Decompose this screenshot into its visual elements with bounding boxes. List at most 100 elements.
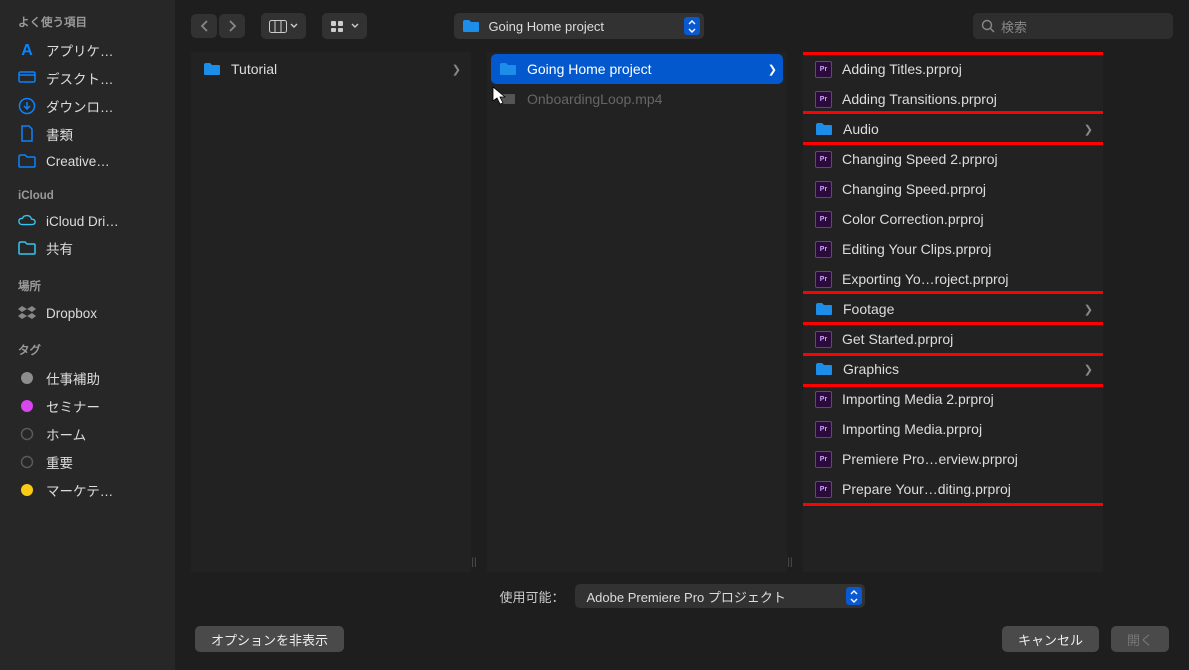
row-label: Adding Titles.prproj bbox=[842, 61, 1093, 77]
search-icon bbox=[981, 19, 995, 33]
premiere-project-icon: Pr bbox=[815, 391, 832, 408]
premiere-project-icon: Pr bbox=[815, 481, 832, 498]
row-label: Tutorial bbox=[231, 61, 442, 77]
file-icon bbox=[499, 92, 517, 106]
sidebar-item[interactable]: ダウンロ… bbox=[0, 92, 175, 120]
row-label: Importing Media.prproj bbox=[842, 421, 1093, 437]
sidebar-item[interactable]: Creative… bbox=[0, 148, 175, 174]
sidebar-item[interactable]: デスクト… bbox=[0, 64, 175, 92]
row-label: Get Started.prproj bbox=[842, 331, 1093, 347]
premiere-project-icon: Pr bbox=[815, 151, 832, 168]
cancel-button[interactable]: キャンセル bbox=[1002, 626, 1099, 652]
sidebar-item-label: 共有 bbox=[46, 238, 73, 258]
group-button[interactable] bbox=[322, 13, 367, 39]
sidebar-item[interactable]: 書類 bbox=[0, 120, 175, 148]
path-selector[interactable]: Going Home project bbox=[454, 13, 704, 39]
column-3: Pr Adding Titles.prproj PrAdding Transitio… bbox=[803, 52, 1103, 572]
folder-row[interactable]: Graphics ❯ bbox=[803, 354, 1103, 384]
sidebar-item[interactable]: セミナー bbox=[0, 392, 175, 420]
folder-row[interactable]: Footage ❯ bbox=[803, 294, 1103, 324]
view-columns-button[interactable] bbox=[261, 13, 306, 39]
dot-icon bbox=[18, 369, 36, 387]
folder-row[interactable]: Going Home project❯ bbox=[491, 54, 783, 84]
search-input[interactable]: 検索 bbox=[973, 13, 1173, 39]
sidebar-item[interactable]: 仕事補助 bbox=[0, 364, 175, 392]
file-row[interactable]: Pr Prepare Your…diting.prproj bbox=[803, 474, 1103, 504]
premiere-project-icon: Pr bbox=[815, 181, 832, 198]
chevron-right-icon: ❯ bbox=[1084, 123, 1093, 136]
sidebar-item-label: 書類 bbox=[46, 124, 73, 144]
file-type-filter[interactable]: Adobe Premiere Pro プロジェクト bbox=[575, 584, 865, 608]
chevron-right-icon: ❯ bbox=[1084, 303, 1093, 316]
sidebar-item[interactable]: マーケテ… bbox=[0, 476, 175, 504]
row-label: Premiere Pro…erview.prproj bbox=[842, 451, 1093, 467]
file-row[interactable]: Pr Changing Speed.prproj bbox=[803, 174, 1103, 204]
sidebar-item-label: デスクト… bbox=[46, 68, 114, 88]
chevron-right-icon: ❯ bbox=[768, 63, 777, 76]
dot-icon bbox=[18, 397, 36, 415]
file-row[interactable]: PrEditing Your Clips.prproj bbox=[803, 234, 1103, 264]
folder-icon bbox=[462, 19, 480, 33]
file-row[interactable]: Pr Premiere Pro…erview.prproj bbox=[803, 444, 1103, 474]
dot-icon bbox=[18, 453, 36, 471]
premiere-project-icon: Pr bbox=[815, 271, 832, 288]
row-label: OnboardingLoop.mp4 bbox=[527, 91, 777, 107]
file-row[interactable]: OnboardingLoop.mp4 bbox=[487, 84, 787, 114]
row-label: Color Correction.prproj bbox=[842, 211, 1093, 227]
file-row[interactable]: PrColor Correction.prproj bbox=[803, 204, 1103, 234]
row-label: Editing Your Clips.prproj bbox=[842, 241, 1093, 257]
dot-icon bbox=[18, 481, 36, 499]
updown-icon bbox=[846, 587, 862, 605]
sidebar-item[interactable]: Dropbox bbox=[0, 300, 175, 326]
row-label: Footage bbox=[843, 301, 1074, 317]
file-row[interactable]: Pr Get Started.prproj bbox=[803, 324, 1103, 354]
sidebar-item[interactable]: 共有 bbox=[0, 234, 175, 262]
column-resize-handle[interactable]: || bbox=[787, 557, 793, 572]
folder-icon bbox=[815, 362, 833, 376]
share-icon bbox=[18, 239, 36, 257]
file-row[interactable]: PrAdding Transitions.prproj bbox=[803, 84, 1103, 114]
desktop-icon bbox=[18, 69, 36, 87]
file-row[interactable]: PrChanging Speed 2.prproj bbox=[803, 144, 1103, 174]
row-label: Audio bbox=[843, 121, 1074, 137]
app-icon: A bbox=[18, 41, 36, 59]
chevron-right-icon: ❯ bbox=[1084, 363, 1093, 376]
premiere-project-icon: Pr bbox=[815, 421, 832, 438]
sidebar-item[interactable]: iCloud Dri… bbox=[0, 208, 175, 234]
row-label: Changing Speed.prproj bbox=[842, 181, 1093, 197]
group-segment bbox=[322, 13, 367, 39]
svg-text:A: A bbox=[21, 42, 33, 59]
toggle-options-button[interactable]: オプションを非表示 bbox=[195, 626, 344, 652]
premiere-project-icon: Pr bbox=[815, 451, 832, 468]
filter-value: Adobe Premiere Pro プロジェクト bbox=[587, 587, 786, 606]
premiere-project-icon: Pr bbox=[815, 331, 832, 348]
column-resize-handle[interactable]: || bbox=[471, 557, 477, 572]
sidebar-item-label: ダウンロ… bbox=[46, 96, 114, 116]
open-button[interactable]: 開く bbox=[1111, 626, 1169, 652]
dot-icon bbox=[18, 425, 36, 443]
file-row[interactable]: Pr Importing Media 2.prproj bbox=[803, 384, 1103, 414]
row-label: Importing Media 2.prproj bbox=[842, 391, 1093, 407]
file-row[interactable]: Pr Adding Titles.prproj bbox=[803, 54, 1103, 84]
premiere-project-icon: Pr bbox=[815, 61, 832, 78]
file-row[interactable]: PrExporting Yo…roject.prproj bbox=[803, 264, 1103, 294]
row-label: Graphics bbox=[843, 361, 1074, 377]
sidebar-item[interactable]: ホーム bbox=[0, 420, 175, 448]
nav-forward-button[interactable] bbox=[219, 14, 245, 38]
folder-icon bbox=[499, 62, 517, 76]
folder-row[interactable]: Audio ❯ bbox=[803, 114, 1103, 144]
column-2: Going Home project❯ OnboardingLoop.mp4 bbox=[487, 52, 787, 572]
folder-row[interactable]: Tutorial❯ bbox=[191, 54, 471, 84]
path-label: Going Home project bbox=[488, 19, 604, 34]
sidebar-item-label: ホーム bbox=[46, 424, 86, 444]
sidebar-item[interactable]: Aアプリケ… bbox=[0, 36, 175, 64]
sidebar-item-label: マーケテ… bbox=[46, 480, 113, 500]
nav-back-button[interactable] bbox=[191, 14, 217, 38]
filter-label: 使用可能： bbox=[499, 587, 564, 606]
download-icon bbox=[18, 97, 36, 115]
file-row[interactable]: Pr Importing Media.prproj bbox=[803, 414, 1103, 444]
main-panel: Going Home project 検索 Tutorial❯ || Going… bbox=[175, 0, 1189, 670]
sidebar-item[interactable]: 重要 bbox=[0, 448, 175, 476]
sidebar-item-label: 仕事補助 bbox=[46, 368, 100, 388]
row-label: Prepare Your…diting.prproj bbox=[842, 481, 1093, 497]
